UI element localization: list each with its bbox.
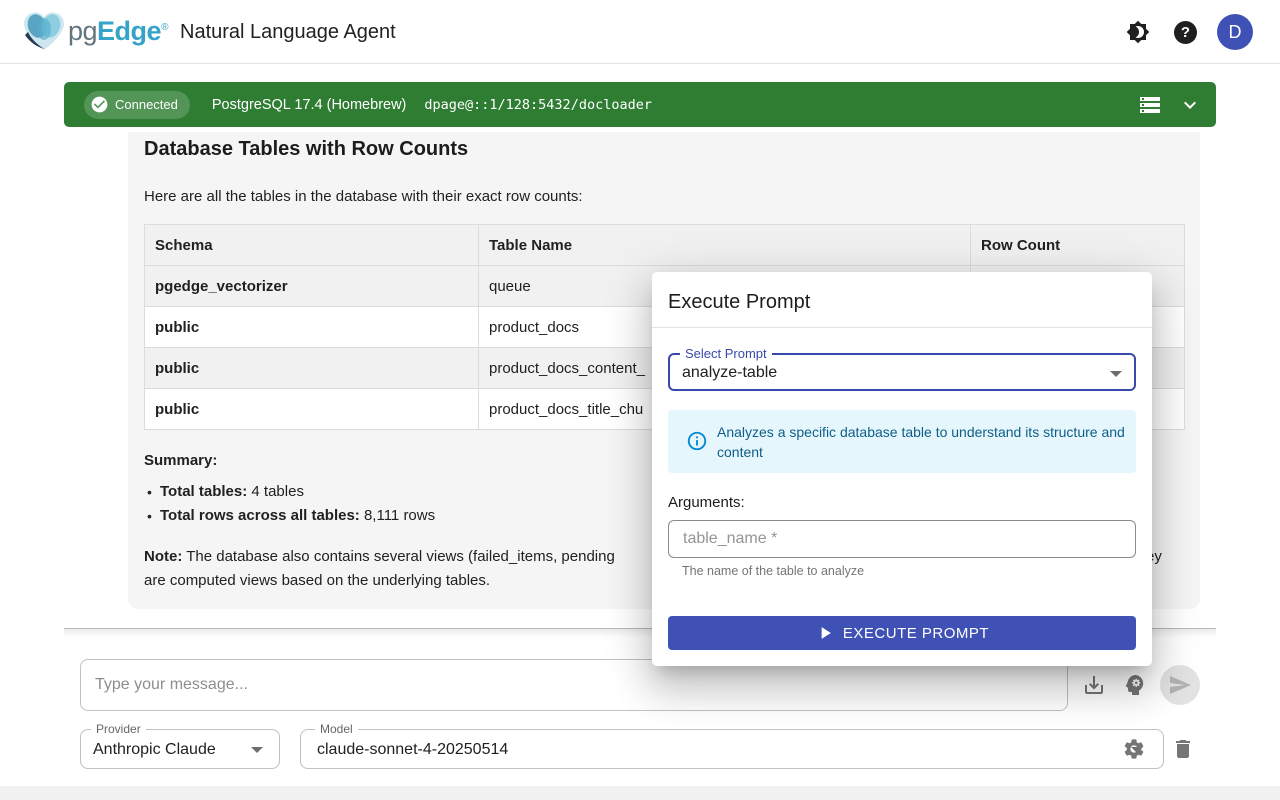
pgedge-logo: pgEdge®	[22, 11, 168, 51]
connection-bar: Connected PostgreSQL 17.4 (Homebrew) dpa…	[64, 82, 1216, 127]
execute-prompt-dialog: Execute Prompt Select Prompt analyze-tab…	[652, 272, 1152, 666]
col-header-row-count: Row Count	[971, 225, 1185, 266]
database-storage-icon[interactable]	[1138, 93, 1162, 117]
avatar[interactable]: D	[1217, 14, 1253, 50]
settings-gear-icon[interactable]	[1122, 737, 1146, 761]
arguments-label: Arguments:	[668, 494, 745, 511]
connected-status-badge: Connected	[84, 91, 190, 119]
page-title: Natural Language Agent	[180, 0, 396, 64]
app-header: pgEdge® Natural Language Agent ? D	[0, 0, 1280, 64]
collapse-chevron-icon[interactable]	[1178, 93, 1202, 117]
table-name-field[interactable]	[669, 521, 1135, 557]
col-header-table-name: Table Name	[479, 225, 971, 266]
execute-prompt-button[interactable]: EXECUTE PROMPT	[668, 616, 1136, 650]
message-intro: Here are all the tables in the database …	[144, 187, 1184, 207]
send-icon	[1168, 673, 1192, 697]
dark-mode-toggle-icon[interactable]	[1126, 20, 1150, 44]
help-icon[interactable]: ?	[1174, 21, 1197, 44]
download-icon[interactable]	[1082, 673, 1106, 697]
connected-label: Connected	[115, 97, 178, 112]
provider-select[interactable]: Provider Anthropic Claude	[80, 729, 280, 769]
trash-icon[interactable]	[1171, 737, 1195, 761]
table-name-field-wrap	[668, 520, 1136, 558]
chevron-down-icon	[1110, 371, 1122, 377]
prompt-select-value: analyze-table	[682, 355, 777, 391]
model-select[interactable]: Model claude-sonnet-4-20250514	[300, 729, 1164, 769]
message-input-wrap	[80, 659, 1068, 711]
dialog-title: Execute Prompt	[668, 291, 810, 314]
app-window: pgEdge® Natural Language Agent ? D Conne…	[0, 0, 1280, 786]
server-version-label: PostgreSQL 17.4 (Homebrew)	[212, 97, 407, 113]
psychology-icon[interactable]	[1123, 673, 1147, 697]
prompt-info-alert: Analyzes a specific database table to un…	[668, 410, 1136, 473]
prompt-select[interactable]: Select Prompt analyze-table	[668, 353, 1136, 391]
table-name-helper-text: The name of the table to analyze	[682, 564, 864, 578]
check-circle-icon	[90, 95, 109, 114]
info-icon	[686, 430, 708, 452]
message-heading: Database Tables with Row Counts	[144, 138, 1184, 161]
pgedge-heart-icon	[22, 11, 66, 51]
play-icon	[815, 623, 835, 643]
table-header-row: Schema Table Name Row Count	[145, 225, 1185, 266]
dialog-divider	[652, 327, 1152, 328]
connection-string: dpage@::1/128:5432/docloader	[424, 97, 652, 113]
pgedge-logotype: pgEdge®	[68, 16, 168, 47]
send-button[interactable]	[1160, 665, 1200, 705]
message-input[interactable]	[81, 660, 1067, 710]
col-header-schema: Schema	[145, 225, 479, 266]
model-value: claude-sonnet-4-20250514	[317, 730, 508, 770]
chevron-down-icon	[251, 747, 263, 753]
provider-value: Anthropic Claude	[93, 730, 216, 770]
prompt-description: Analyzes a specific database table to un…	[717, 422, 1142, 462]
